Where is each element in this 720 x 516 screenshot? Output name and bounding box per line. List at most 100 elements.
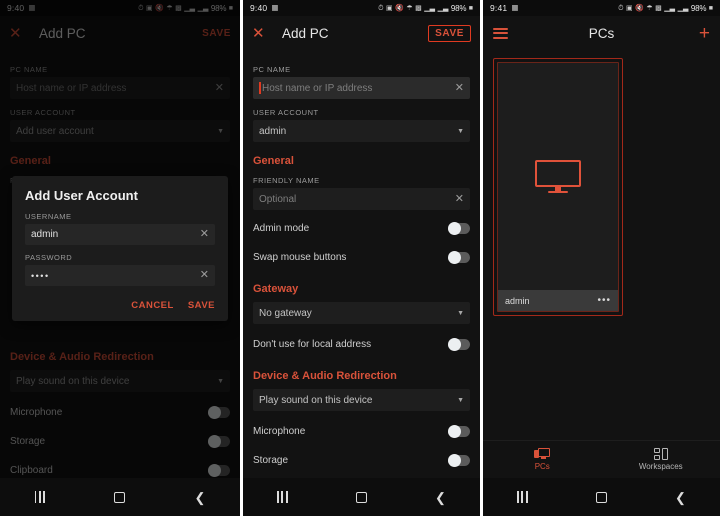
add-pc-button[interactable]: + [699, 24, 710, 43]
save-button[interactable]: SAVE [428, 24, 471, 42]
nav-tab-workspaces[interactable]: Workspaces [602, 448, 720, 471]
back-icon[interactable]: ❮ [675, 491, 686, 504]
workspaces-icon [653, 448, 668, 460]
clear-icon[interactable]: ✕ [215, 82, 224, 94]
wifi-icon: ☂ [406, 4, 413, 12]
row-microphone[interactable]: Microphone [253, 419, 470, 444]
password-input[interactable]: •••• [31, 271, 200, 281]
clear-icon[interactable]: ✕ [455, 82, 464, 94]
hamburger-icon[interactable] [493, 27, 508, 39]
section-general: General [10, 155, 51, 167]
overflow-menu-icon[interactable]: ••• [597, 295, 611, 306]
user-account-dropdown[interactable]: admin ▼ [253, 120, 470, 142]
row-microphone[interactable]: Microphone [10, 400, 230, 425]
vibrate-icon: ▣ [626, 4, 633, 12]
toggle-microphone[interactable] [448, 424, 470, 438]
toggle-clipboard[interactable] [208, 463, 230, 477]
row-storage[interactable]: Storage [253, 448, 470, 473]
status-time: 9:41 [490, 3, 508, 13]
mute-icon: 🔇 [635, 4, 644, 12]
screenshot-icon: ▦ [28, 3, 36, 13]
toggle-storage[interactable] [448, 453, 470, 467]
sound-dropdown-value: Play sound on this device [259, 394, 373, 406]
battery-icon: ■ [708, 4, 713, 12]
signal1-icon: ▁▃ [424, 4, 436, 12]
toggle-admin-mode[interactable] [448, 221, 470, 235]
pc-card[interactable]: admin ••• [493, 58, 623, 316]
battery-icon: ■ [468, 4, 473, 12]
status-time: 9:40 [7, 3, 25, 13]
section-device-audio: Device & Audio Redirection [10, 351, 154, 363]
toggle-swap-mouse[interactable] [448, 250, 470, 264]
sound-dropdown[interactable]: Play sound on this device ▼ [10, 370, 230, 392]
friendly-name-input[interactable]: Optional [259, 194, 455, 205]
mute-icon: 🔇 [155, 4, 164, 12]
chevron-down-icon: ▼ [457, 396, 464, 404]
dialog-save-button[interactable]: SAVE [188, 300, 215, 311]
android-nav-bar: ❮ [243, 478, 480, 516]
network-icon: ▩ [655, 4, 662, 12]
nav-tab-workspaces-label: Workspaces [638, 462, 683, 471]
friendly-name-field[interactable]: Optional ✕ [253, 188, 470, 210]
row-swap-mouse[interactable]: Swap mouse buttons [253, 245, 470, 270]
back-icon[interactable]: ❮ [194, 491, 205, 504]
home-icon[interactable] [595, 491, 607, 503]
network-icon: ▩ [415, 4, 422, 12]
row-local-address[interactable]: Don't use for local address [253, 332, 470, 357]
row-label-local-address: Don't use for local address [253, 339, 372, 350]
password-field[interactable]: •••• ✕ [25, 265, 215, 286]
toggle-local-address[interactable] [448, 337, 470, 351]
gateway-dropdown[interactable]: No gateway ▼ [253, 302, 470, 324]
recents-icon[interactable] [517, 491, 528, 503]
battery-level: 98% [210, 3, 227, 13]
pc-card-footer: admin ••• [498, 290, 618, 311]
status-left: 9:41 ▦ [490, 3, 518, 13]
recents-icon[interactable] [277, 491, 288, 503]
back-icon[interactable]: ❮ [435, 491, 446, 504]
home-icon[interactable] [114, 491, 126, 503]
toggle-knob [208, 434, 221, 448]
nav-tab-pcs-label: PCs [534, 462, 550, 471]
signal2-icon: ▁▃ [437, 4, 449, 12]
toggle-microphone[interactable] [208, 405, 230, 419]
monitor-icon [535, 159, 581, 194]
wifi-icon: ☂ [646, 4, 653, 12]
row-label-swap-mouse: Swap mouse buttons [253, 252, 347, 263]
pc-card-name: admin [505, 295, 530, 306]
clear-icon[interactable]: ✕ [200, 229, 209, 240]
pc-grid: admin ••• [483, 50, 720, 324]
pc-name-field[interactable]: Host name or IP address ✕ [253, 77, 470, 99]
username-input[interactable]: admin [31, 229, 200, 240]
vibrate-icon: ▣ [146, 4, 153, 12]
nav-tab-pcs[interactable]: PCs [483, 448, 602, 471]
clear-icon[interactable]: ✕ [200, 270, 209, 281]
battery-level: 98% [690, 3, 707, 13]
monitor-screen [535, 159, 581, 187]
username-field[interactable]: admin ✕ [25, 224, 215, 245]
page-title: Add PC [39, 25, 86, 41]
home-icon[interactable] [355, 491, 367, 503]
close-icon[interactable]: ✕ [252, 26, 268, 41]
recents-icon[interactable] [34, 491, 45, 503]
sound-dropdown[interactable]: Play sound on this device ▼ [253, 389, 470, 411]
alarm-icon: ⏱ [138, 4, 144, 12]
screenshot-icon: ▦ [511, 3, 519, 13]
row-storage[interactable]: Storage [10, 429, 230, 454]
row-admin-mode[interactable]: Admin mode [253, 216, 470, 241]
clear-icon[interactable]: ✕ [455, 193, 464, 205]
cancel-button[interactable]: CANCEL [131, 300, 174, 311]
pc-name-input[interactable]: Host name or IP address [259, 83, 455, 94]
toggle-knob [448, 221, 461, 235]
toggle-storage[interactable] [208, 434, 230, 448]
app-bar: ✕ Add PC SAVE [243, 16, 480, 50]
save-button[interactable]: SAVE [202, 28, 231, 39]
signal1-icon: ▁▃ [184, 4, 196, 12]
pc-name-input[interactable]: Host name or IP address [16, 83, 215, 94]
pc-name-field[interactable]: Host name or IP address ✕ [10, 77, 230, 99]
status-right: ⏱ ▣ 🔇 ☂ ▩ ▁▃ ▁▃ 98% ■ [378, 4, 473, 13]
user-account-dropdown[interactable]: Add user account ▼ [10, 120, 230, 142]
status-left: 9:40 ▦ [250, 3, 278, 13]
close-icon[interactable]: ✕ [9, 26, 25, 41]
chevron-down-icon: ▼ [217, 127, 224, 135]
status-time: 9:40 [250, 3, 268, 13]
